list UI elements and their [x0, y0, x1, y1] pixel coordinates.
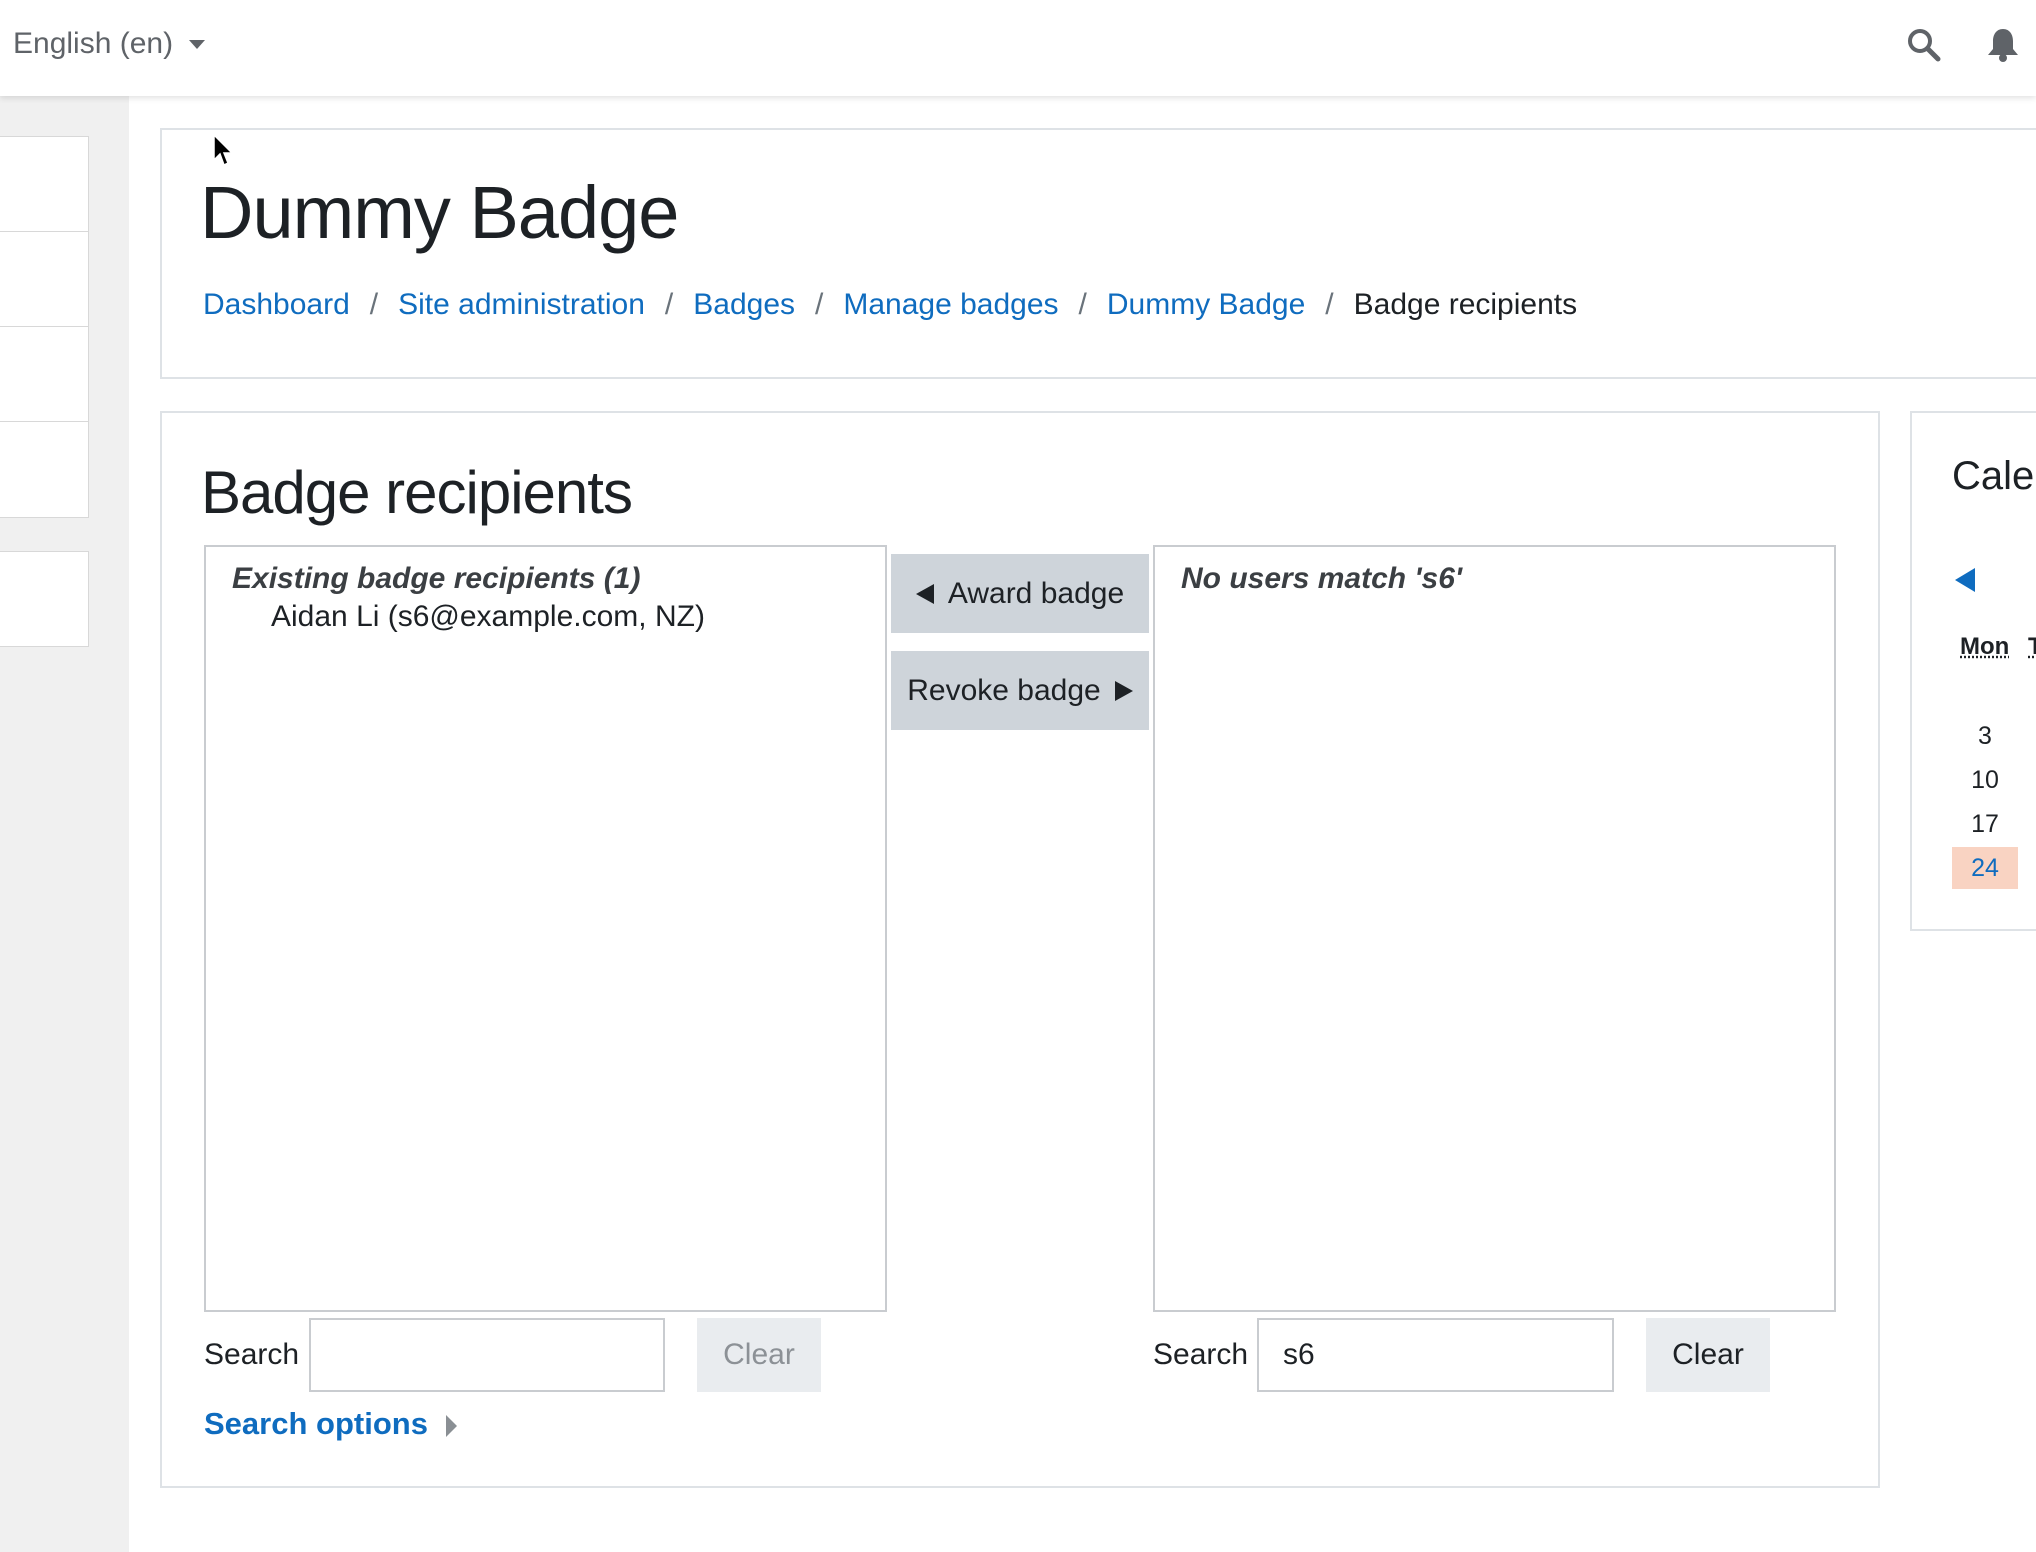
calendar-title: Calendar — [1952, 454, 2036, 498]
potential-recipients-group-label: No users match 's6' — [1181, 562, 1463, 595]
potential-clear-button[interactable]: Clear — [1646, 1318, 1770, 1392]
arrow-left-icon — [915, 583, 934, 604]
section-title: Badge recipients — [201, 459, 633, 526]
breadcrumb: Dashboard / Site administration / Badges… — [203, 288, 1577, 322]
page-title: Dummy Badge — [200, 171, 679, 254]
drawer-item[interactable] — [0, 421, 89, 518]
calendar-day[interactable]: 10 — [1952, 766, 2018, 795]
breadcrumb-badges[interactable]: Badges — [693, 288, 795, 322]
potential-search-input[interactable] — [1257, 1318, 1614, 1392]
potential-recipients-list[interactable]: No users match 's6' — [1153, 545, 1836, 1312]
drawer-item[interactable] — [0, 326, 89, 423]
existing-search-input[interactable] — [309, 1318, 665, 1392]
search-options-label: Search options — [204, 1406, 428, 1441]
calendar-day-today[interactable]: 24 — [1952, 847, 2018, 889]
breadcrumb-separator: / — [1078, 288, 1087, 321]
potential-search-label: Search — [1153, 1338, 1249, 1371]
drawer-item[interactable] — [0, 231, 89, 328]
revoke-badge-label: Revoke badge — [907, 673, 1101, 707]
breadcrumb-dummy-badge[interactable]: Dummy Badge — [1107, 288, 1305, 322]
breadcrumb-dashboard[interactable]: Dashboard — [203, 288, 350, 322]
bell-icon[interactable] — [1986, 27, 2020, 68]
search-icon[interactable] — [1906, 27, 1942, 68]
chevron-down-icon — [189, 39, 206, 49]
nav-drawer — [0, 96, 129, 1552]
breadcrumb-separator: / — [1325, 288, 1334, 321]
breadcrumb-manage-badges[interactable]: Manage badges — [843, 288, 1058, 322]
revoke-badge-button[interactable]: Revoke badge — [891, 651, 1149, 730]
breadcrumb-current: Badge recipients — [1353, 288, 1578, 321]
award-badge-label: Award badge — [947, 576, 1125, 610]
language-menu[interactable]: English (en) — [13, 27, 206, 61]
list-item[interactable]: Aidan Li (s6@example.com, NZ) — [271, 600, 885, 634]
existing-clear-button[interactable]: Clear — [697, 1318, 821, 1392]
language-label: English (en) — [13, 27, 174, 60]
breadcrumb-separator: / — [369, 288, 379, 321]
breadcrumb-separator: / — [815, 288, 824, 321]
search-options-toggle[interactable]: Search options — [204, 1406, 457, 1442]
calendar-day[interactable]: 3 — [1952, 722, 2018, 751]
existing-recipients-group-label: Existing badge recipients (1) — [232, 562, 641, 595]
calendar-day-header: T — [2028, 633, 2036, 660]
drawer-item[interactable] — [0, 551, 89, 647]
calendar-day[interactable]: 17 — [1952, 810, 2018, 839]
breadcrumb-separator: / — [664, 288, 674, 321]
breadcrumb-site-administration[interactable]: Site administration — [398, 288, 645, 322]
existing-search-label: Search — [204, 1338, 300, 1371]
mouse-cursor-icon — [213, 134, 234, 167]
calendar-day-header: Mon — [1960, 633, 2010, 660]
existing-recipients-list[interactable]: Existing badge recipients (1) Aidan Li (… — [204, 545, 887, 1312]
chevron-right-icon — [445, 1415, 457, 1437]
arrow-right-icon — [1114, 680, 1133, 701]
award-badge-button[interactable]: Award badge — [891, 554, 1149, 633]
top-navbar: English (en) — [0, 0, 2036, 96]
arrow-left-icon[interactable] — [1955, 568, 1975, 592]
drawer-item[interactable] — [0, 136, 89, 233]
